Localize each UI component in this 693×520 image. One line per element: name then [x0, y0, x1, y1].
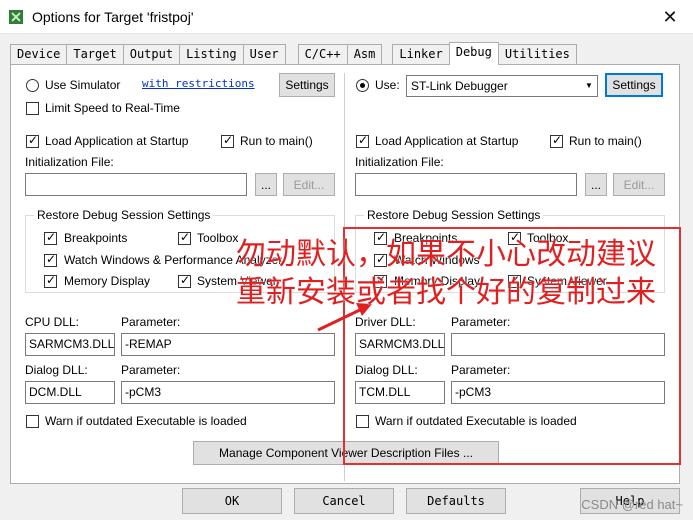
tab-device[interactable]: Device	[10, 44, 68, 64]
left-toolbox-checkbox[interactable]	[178, 230, 191, 245]
left-dialog-param-label: Parameter:	[121, 363, 181, 377]
debugger-select[interactable]: ST-Link Debugger ▼	[406, 75, 598, 97]
left-restore-title: Restore Debug Session Settings	[34, 208, 214, 222]
debugger-settings-button[interactable]: Settings	[605, 73, 663, 97]
csdn-watermark: CSDN @red hat~	[581, 497, 683, 512]
right-restore-title: Restore Debug Session Settings	[364, 208, 544, 222]
tab-listing[interactable]: Listing	[179, 44, 244, 64]
cpu-dll-label: CPU DLL:	[25, 315, 80, 329]
right-load-app-label: Load Application at Startup	[375, 134, 519, 148]
cancel-button[interactable]: Cancel	[294, 488, 394, 514]
right-init-browse-button[interactable]: ...	[585, 173, 607, 196]
use-label: Use:	[375, 78, 400, 92]
right-load-app-checkbox[interactable]	[356, 133, 369, 148]
window-title: Options for Target 'fristpoj'	[32, 9, 194, 25]
right-run-main-checkbox[interactable]	[550, 133, 563, 148]
tab-linker[interactable]: Linker	[392, 44, 450, 64]
keil-app-icon	[9, 10, 23, 24]
left-load-app-checkbox[interactable]	[26, 133, 39, 148]
left-run-main-checkbox[interactable]	[221, 133, 234, 148]
right-init-file-input[interactable]	[355, 173, 577, 196]
left-warn-label: Warn if outdated Executable is loaded	[45, 414, 247, 428]
left-load-app-label: Load Application at Startup	[45, 134, 189, 148]
debugger-select-value: ST-Link Debugger	[411, 79, 508, 93]
left-run-main-label: Run to main()	[240, 134, 313, 148]
cpu-param-label: Parameter:	[121, 315, 181, 329]
tab-strip: Device Target Output Listing User C/C++ …	[10, 42, 577, 65]
left-breakpoints-label: Breakpoints	[64, 231, 128, 245]
close-button[interactable]: ✕	[647, 0, 693, 34]
left-init-file-input[interactable]	[25, 173, 247, 196]
limit-speed-label: Limit Speed to Real-Time	[45, 101, 180, 115]
tab-asm[interactable]: Asm	[346, 44, 383, 64]
left-dialog-dll-label: Dialog DLL:	[25, 363, 88, 377]
tab-utilities[interactable]: Utilities	[497, 44, 577, 64]
tab-debug[interactable]: Debug	[448, 42, 499, 65]
left-memory-label: Memory Display	[64, 274, 151, 288]
chevron-down-icon: ▼	[585, 81, 593, 90]
left-dialog-param-input[interactable]: -pCM3	[121, 381, 335, 404]
left-toolbox-label: Toolbox	[197, 231, 239, 245]
limit-speed-checkbox[interactable]	[26, 102, 39, 115]
use-debugger-radio[interactable]	[356, 79, 369, 92]
left-dialog-dll-input[interactable]: DCM.DLL	[25, 381, 115, 404]
use-simulator-radio[interactable]	[26, 79, 39, 92]
tab-output[interactable]: Output	[122, 44, 181, 64]
left-init-browse-button[interactable]: ...	[255, 173, 277, 196]
left-warn-checkbox[interactable]	[26, 415, 39, 428]
defaults-button[interactable]: Defaults	[406, 488, 506, 514]
left-watch-checkbox[interactable]	[44, 252, 57, 267]
right-init-file-label: Initialization File:	[355, 155, 444, 169]
right-init-edit-button[interactable]: Edit...	[613, 173, 665, 196]
left-breakpoints-checkbox[interactable]	[44, 230, 57, 245]
tab-user[interactable]: User	[242, 44, 286, 64]
cpu-dll-input[interactable]: SARMCM3.DLL	[25, 333, 115, 356]
left-init-file-label: Initialization File:	[25, 155, 114, 169]
use-simulator-label: Use Simulator	[45, 78, 121, 92]
with-restrictions-link[interactable]: with restrictions	[142, 77, 255, 90]
title-bar: Options for Target 'fristpoj' ✕	[0, 0, 693, 34]
ok-button[interactable]: OK	[182, 488, 282, 514]
tab-target[interactable]: Target	[66, 44, 124, 64]
right-run-main-label: Run to main()	[569, 134, 642, 148]
left-memory-checkbox[interactable]	[44, 273, 57, 288]
left-sysviewer-checkbox[interactable]	[178, 273, 191, 288]
left-init-edit-button[interactable]: Edit...	[283, 173, 335, 196]
simulator-settings-button[interactable]: Settings	[279, 73, 335, 97]
annotation-note: 勿动默认，如果不小心改动建议重新安装或者找个好的复制过来	[236, 237, 656, 310]
tab-c-cpp[interactable]: C/C++	[297, 44, 348, 64]
cpu-param-input[interactable]: -REMAP	[121, 333, 335, 356]
